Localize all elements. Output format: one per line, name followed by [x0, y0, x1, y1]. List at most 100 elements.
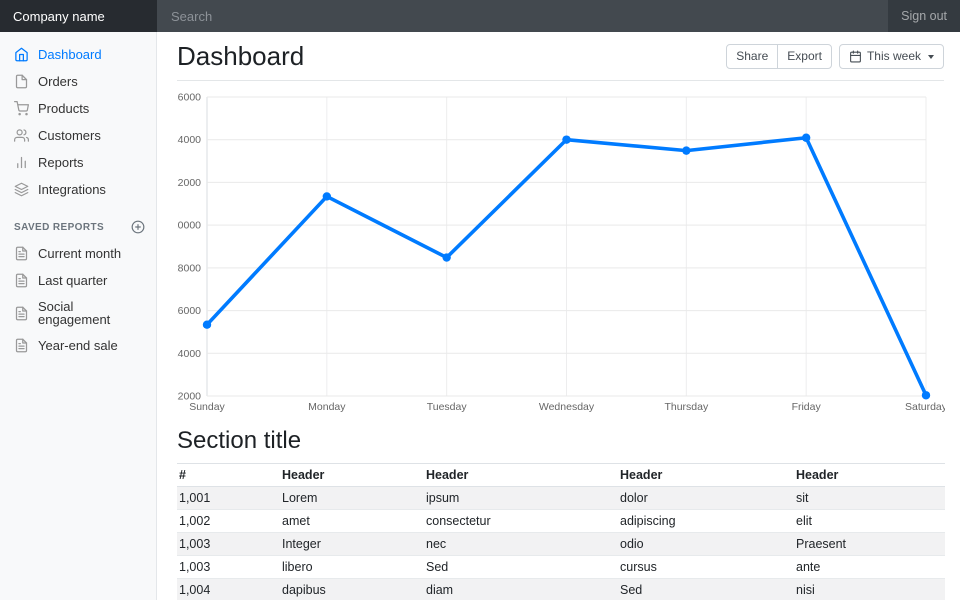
- table-header-cell: Header: [280, 464, 424, 487]
- table-cell: Integer: [280, 533, 424, 556]
- table-body: 1,001Loremipsumdolorsit1,002ametconsecte…: [177, 487, 945, 600]
- nav-item: Products: [0, 95, 156, 122]
- share-button[interactable]: Share: [726, 44, 778, 68]
- x-tick-label: Wednesday: [539, 401, 595, 413]
- nav-item-label: Orders: [38, 75, 78, 88]
- table-cell: amet: [280, 510, 424, 533]
- nav-item-label: Integrations: [38, 183, 106, 196]
- x-tick-label: Tuesday: [427, 401, 468, 413]
- data-point: [802, 134, 810, 142]
- file-text-icon: [14, 246, 29, 261]
- table-cell: sit: [794, 487, 945, 510]
- table-row: 1,002ametconsecteturadipiscingelit: [177, 510, 945, 533]
- table-cell: 1,001: [177, 487, 280, 510]
- table-cell: Praesent: [794, 533, 945, 556]
- nav-item: Integrations: [0, 176, 156, 203]
- sidebar: Dashboard Orders Products Customers Reports I…: [0, 32, 157, 600]
- top-navbar: Company name Sign out: [0, 0, 960, 32]
- saved-report-last-quarter[interactable]: Last quarter: [0, 267, 156, 294]
- file-text-icon: [14, 338, 29, 353]
- nav-item: Year-end sale: [0, 332, 156, 359]
- home-icon: [14, 47, 29, 62]
- x-tick-label: Saturday: [905, 401, 945, 413]
- nav-item-label: Products: [38, 102, 89, 115]
- y-tick-label: 26000: [177, 92, 201, 104]
- table-cell: 1,003: [177, 556, 280, 579]
- nav-item-label: Customers: [38, 129, 101, 142]
- table-cell: 1,002: [177, 510, 280, 533]
- nav-item: Last quarter: [0, 267, 156, 294]
- layers-icon: [14, 182, 29, 197]
- users-icon: [14, 128, 29, 143]
- table-head: #HeaderHeaderHeaderHeader: [177, 464, 945, 487]
- table-cell: ipsum: [424, 487, 618, 510]
- nav-item-label: Last quarter: [38, 274, 107, 287]
- brand-link[interactable]: Company name: [0, 0, 157, 32]
- saved-reports-nav: Current month Last quarter Social engageme…: [0, 240, 156, 359]
- app-root: Company name Sign out Dashboard Orders Pro…: [0, 0, 960, 600]
- plus-circle-icon[interactable]: [131, 220, 145, 234]
- y-tick-label: 18000: [177, 262, 201, 274]
- table-cell: 1,004: [177, 579, 280, 600]
- share-export-group: Share Export: [726, 44, 832, 68]
- saved-reports-heading: Saved reports: [14, 222, 104, 233]
- data-point: [203, 320, 211, 328]
- table-cell: Sed: [424, 556, 618, 579]
- nav-item: Dashboard: [0, 41, 156, 68]
- table-cell: consectetur: [424, 510, 618, 533]
- y-tick-label: 14000: [177, 348, 201, 360]
- shopping-cart-icon: [14, 101, 29, 116]
- data-point: [922, 391, 930, 399]
- sign-out-link[interactable]: Sign out: [888, 0, 960, 32]
- table-cell: libero: [280, 556, 424, 579]
- page-title: Dashboard: [177, 41, 304, 72]
- table-row: 1,004dapibusdiamSednisi: [177, 579, 945, 600]
- x-tick-label: Thursday: [664, 401, 709, 413]
- file-text-icon: [14, 273, 29, 288]
- y-tick-label: 16000: [177, 305, 201, 317]
- table-cell: Lorem: [280, 487, 424, 510]
- file-text-icon: [14, 306, 29, 321]
- table-cell: odio: [618, 533, 794, 556]
- nav-item-label: Social engagement: [38, 300, 142, 326]
- table-cell: 1,003: [177, 533, 280, 556]
- caret-down-icon: [928, 55, 934, 59]
- sidebar-item-reports[interactable]: Reports: [0, 149, 156, 176]
- table-cell: cursus: [618, 556, 794, 579]
- sidebar-nav: Dashboard Orders Products Customers Reports I…: [0, 41, 156, 203]
- content-row: Dashboard Orders Products Customers Reports I…: [0, 32, 960, 600]
- nav-item-label: Dashboard: [38, 48, 102, 61]
- file-icon: [14, 74, 29, 89]
- table-header-cell: Header: [618, 464, 794, 487]
- chart-canvas[interactable]: 1200014000160001800020000220002400026000…: [177, 89, 945, 415]
- table-cell: nec: [424, 533, 618, 556]
- nav-item: Reports: [0, 149, 156, 176]
- table-cell: dapibus: [280, 579, 424, 600]
- calendar-icon: [849, 50, 862, 63]
- nav-item: Current month: [0, 240, 156, 267]
- data-point: [682, 146, 690, 154]
- saved-report-current-month[interactable]: Current month: [0, 240, 156, 267]
- sidebar-item-dashboard[interactable]: Dashboard: [0, 41, 156, 68]
- section-title: Section title: [177, 427, 944, 455]
- sidebar-item-products[interactable]: Products: [0, 95, 156, 122]
- table-cell: dolor: [618, 487, 794, 510]
- data-table: #HeaderHeaderHeaderHeader 1,001Loremipsu…: [177, 463, 945, 600]
- y-tick-label: 24000: [177, 134, 201, 146]
- saved-report-social-engagement[interactable]: Social engagement: [0, 294, 156, 332]
- data-point: [442, 253, 450, 261]
- export-button[interactable]: Export: [777, 44, 832, 68]
- data-point: [323, 192, 331, 200]
- week-dropdown-button[interactable]: This week: [839, 44, 944, 68]
- page-header: Dashboard Share Export This week: [177, 32, 944, 81]
- bar-chart-icon: [14, 155, 29, 170]
- week-dropdown-label: This week: [867, 48, 921, 64]
- saved-report-year-end-sale[interactable]: Year-end sale: [0, 332, 156, 359]
- sidebar-item-integrations[interactable]: Integrations: [0, 176, 156, 203]
- table-header-cell: Header: [424, 464, 618, 487]
- search-input[interactable]: [157, 0, 888, 32]
- nav-item-label: Current month: [38, 247, 121, 260]
- table-header-cell: #: [177, 464, 280, 487]
- sidebar-item-customers[interactable]: Customers: [0, 122, 156, 149]
- sidebar-item-orders[interactable]: Orders: [0, 68, 156, 95]
